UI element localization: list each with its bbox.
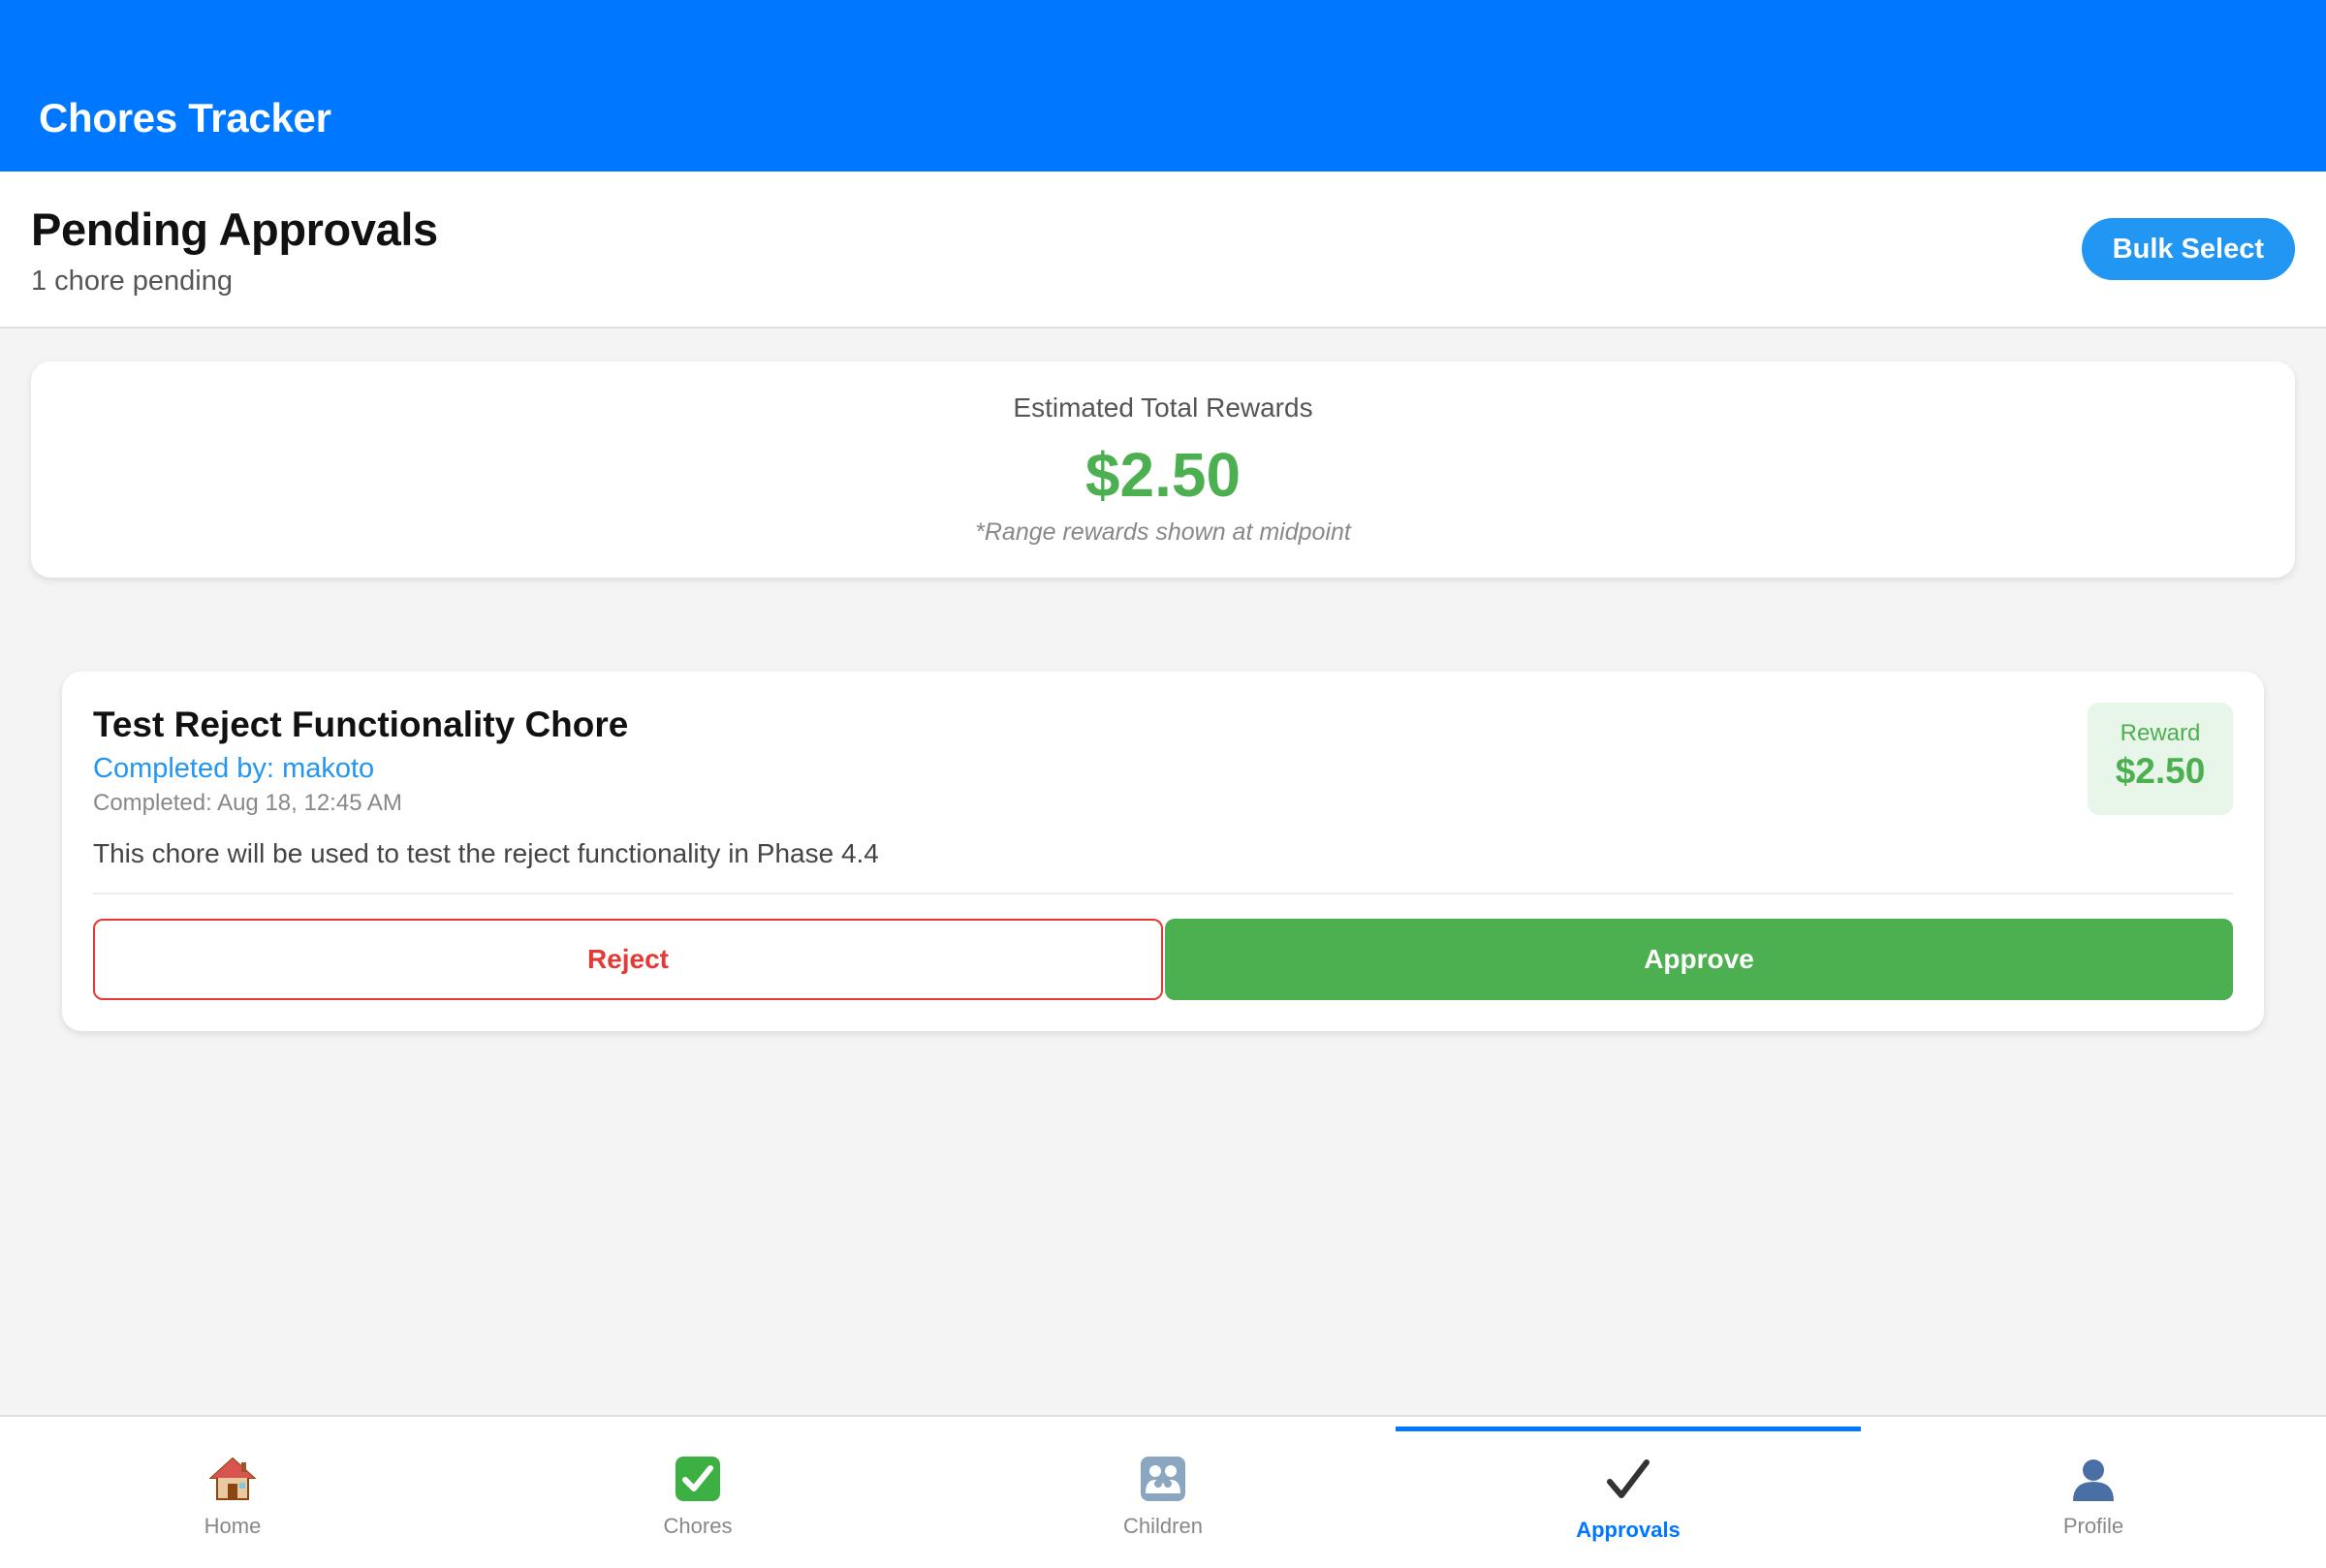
tab-label: Children xyxy=(1123,1514,1203,1538)
reject-button[interactable]: Reject xyxy=(93,919,1163,1000)
family-icon xyxy=(930,1452,1396,1506)
tab-label: Approvals xyxy=(1576,1518,1681,1542)
page-title: Pending Approvals xyxy=(31,204,438,255)
tab-label: Profile xyxy=(2062,1514,2124,1538)
approve-button[interactable]: Approve xyxy=(1165,919,2233,1000)
pending-count: 1 chore pending xyxy=(31,266,233,297)
checkmark-icon xyxy=(1396,1452,1861,1506)
card-divider xyxy=(93,893,2233,894)
reward-value: $2.50 xyxy=(2115,751,2206,791)
tab-chores[interactable]: Chores xyxy=(465,1417,930,1568)
rewards-summary-card: Estimated Total Rewards $2.50 *Range rew… xyxy=(31,361,2295,578)
tab-label: Home xyxy=(204,1514,262,1538)
completed-by-label: Completed by: xyxy=(93,753,274,784)
app-header: Chores Tracker xyxy=(0,0,2326,172)
completed-by-user: makoto xyxy=(282,753,375,784)
chore-description: This chore will be used to test the reje… xyxy=(93,838,879,868)
page-heading: Pending Approvals 1 chore pending Bulk S… xyxy=(0,172,2326,329)
completed-by: Completed by: makoto xyxy=(93,753,374,785)
reward-label: Reward xyxy=(2120,720,2201,746)
chore-title: Test Reject Functionality Chore xyxy=(93,705,629,744)
summary-amount: $2.50 xyxy=(1084,440,1242,510)
summary-label: Estimated Total Rewards xyxy=(1013,392,1313,423)
tab-label: Chores xyxy=(663,1514,733,1538)
house-icon xyxy=(0,1452,465,1506)
tab-home[interactable]: Home xyxy=(0,1417,465,1568)
tab-approvals[interactable]: Approvals xyxy=(1396,1417,1861,1568)
active-tab-indicator xyxy=(1396,1427,1861,1431)
summary-note: *Range rewards shown at midpoint xyxy=(975,518,1351,546)
person-silhouette-icon xyxy=(1861,1452,2326,1506)
tab-profile[interactable]: Profile xyxy=(1861,1417,2326,1568)
bottom-tab-bar: Home Chores Children Approvals Profile xyxy=(0,1415,2326,1568)
bulk-select-button[interactable]: Bulk Select xyxy=(2081,218,2295,280)
tab-children[interactable]: Children xyxy=(930,1417,1396,1568)
app-title: Chores Tracker xyxy=(39,95,331,141)
chore-approval-card: Test Reject Functionality Chore Complete… xyxy=(62,672,2264,1031)
completed-time: Completed: Aug 18, 12:45 AM xyxy=(93,790,402,816)
check-box-icon xyxy=(465,1452,930,1506)
reward-badge: Reward $2.50 xyxy=(2088,703,2233,815)
